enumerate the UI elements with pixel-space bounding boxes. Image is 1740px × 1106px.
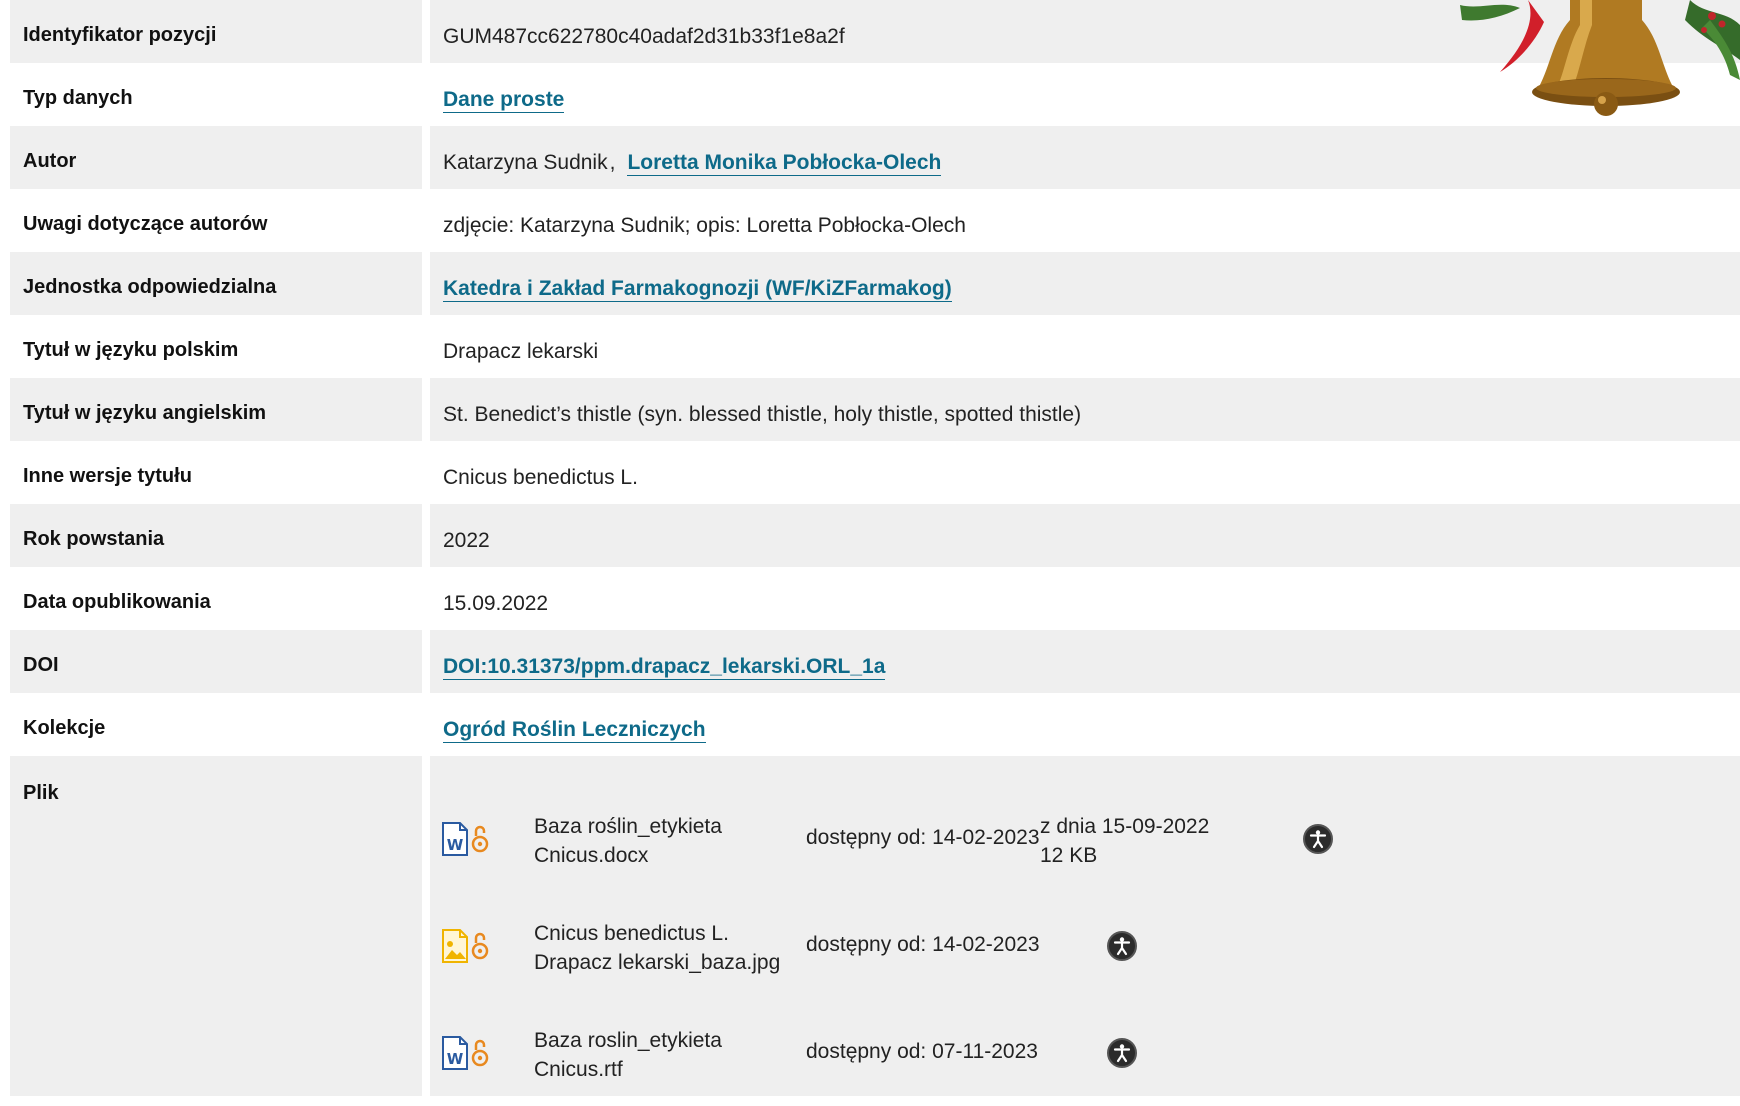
accessibility-icon[interactable]	[1303, 824, 1333, 854]
row-files: Plik W Baza roślin_etykieta Cnicus.docx …	[10, 756, 1740, 1096]
author-name: Katarzyna Sudnik	[443, 151, 608, 174]
label-title-pl: Tytuł w języku polskim	[23, 339, 239, 361]
file-name[interactable]: Cnicus benedictus L. Drapacz lekarski_ba…	[534, 919, 794, 977]
row-doi: DOI DOI:10.31373/ppm.drapacz_lekarski.OR…	[10, 630, 1740, 693]
row-other-titles: Inne wersje tytułu Cnicus benedictus L.	[10, 441, 1740, 504]
row-author-notes: Uwagi dotyczące autorów zdjęcie: Katarzy…	[10, 189, 1740, 252]
label-author-notes: Uwagi dotyczące autorów	[23, 213, 268, 235]
open-access-icon	[471, 825, 489, 853]
label-publication-date: Data opublikowania	[23, 591, 211, 613]
file-size: 12 KB	[1040, 844, 1098, 867]
row-title-pl: Tytuł w języku polskim Drapacz lekarski	[10, 315, 1740, 378]
accessibility-icon[interactable]	[1107, 931, 1137, 961]
label-year: Rok powstania	[10, 504, 422, 567]
file-availability: dostępny od: 14-02-2023	[806, 933, 1040, 956]
value-title-pl: Drapacz lekarski	[443, 340, 599, 363]
label-other-titles: Inne wersje tytułu	[23, 465, 192, 487]
row-collections: Kolekcje Ogród Roślin Leczniczych	[10, 693, 1740, 756]
file-availability: dostępny od: 14-02-2023	[806, 826, 1040, 849]
row-title-en: Tytuł w języku angielskim St. Benedict’s…	[10, 378, 1740, 441]
collection-link[interactable]: Ogród Roślin Leczniczych	[443, 718, 706, 743]
label-identifier: Identyfikator pozycji	[10, 0, 422, 63]
author-separator: ,	[609, 151, 616, 174]
file-item[interactable]: Cnicus benedictus L. Drapacz lekarski_ba…	[430, 909, 1330, 979]
label-data-type: Typ danych	[23, 87, 133, 109]
file-meta: z dnia 15-09-2022 12 KB	[1040, 812, 1209, 870]
word-document-icon: W	[442, 822, 468, 856]
row-publication-date: Data opublikowania 15.09.2022	[10, 567, 1740, 630]
value-year: 2022	[430, 504, 1740, 567]
row-responsible-unit: Jednostka odpowiedzialna Katedra i Zakła…	[10, 252, 1740, 315]
svg-text:W: W	[447, 836, 464, 854]
file-date: z dnia 15-09-2022	[1040, 815, 1210, 838]
open-access-icon	[471, 932, 489, 960]
accessibility-icon[interactable]	[1107, 1038, 1137, 1068]
file-list: W Baza roślin_etykieta Cnicus.docx dostę…	[430, 756, 1740, 1096]
metadata-table: Identyfikator pozycji GUM487cc622780c40a…	[10, 0, 1740, 1096]
doi-link[interactable]: DOI:10.31373/ppm.drapacz_lekarski.ORL_1a	[443, 655, 886, 680]
file-item[interactable]: W Baza roślin_etykieta Cnicus.docx dostę…	[430, 802, 1333, 872]
responsible-unit-link[interactable]: Katedra i Zakład Farmakognozji (WF/KiZFa…	[443, 277, 952, 302]
value-publication-date: 15.09.2022	[443, 592, 549, 615]
label-author: Autor	[10, 126, 422, 189]
image-file-icon	[442, 929, 468, 963]
label-collections: Kolekcje	[23, 717, 106, 739]
file-name[interactable]: Baza roślin_etykieta Cnicus.docx	[534, 812, 794, 870]
open-access-icon	[471, 1039, 489, 1067]
file-availability: dostępny od: 07-11-2023	[806, 1040, 1038, 1063]
file-name[interactable]: Baza roslin_etykieta Cnicus.rtf	[534, 1026, 794, 1084]
value-author-notes: zdjęcie: Katarzyna Sudnik; opis: Loretta…	[443, 214, 966, 237]
data-type-link[interactable]: Dane proste	[443, 88, 565, 113]
value-other-titles: Cnicus benedictus L.	[443, 466, 638, 489]
author-link[interactable]: Loretta Monika Pobłocka-Olech	[627, 151, 942, 176]
label-title-en: Tytuł w języku angielskim	[10, 378, 422, 441]
label-responsible-unit: Jednostka odpowiedzialna	[10, 252, 422, 315]
row-year: Rok powstania 2022	[10, 504, 1740, 567]
svg-text:W: W	[447, 1050, 464, 1068]
christmas-bell-decoration-icon	[1460, 0, 1740, 116]
file-item[interactable]: W Baza roslin_etykieta Cnicus.rtf dostęp…	[430, 1016, 1330, 1086]
value-title-en: St. Benedict’s thistle (syn. blessed thi…	[430, 378, 1740, 441]
label-files: Plik	[10, 756, 422, 1096]
label-doi: DOI	[10, 630, 422, 693]
word-document-icon: W	[442, 1036, 468, 1070]
row-author: Autor Katarzyna Sudnik, Loretta Monika Po…	[10, 126, 1740, 189]
